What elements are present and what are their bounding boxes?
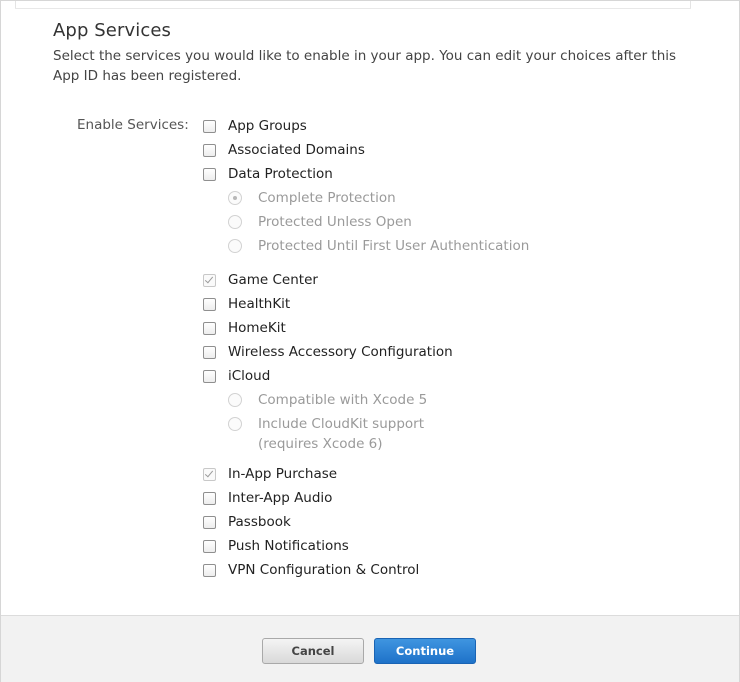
option-label: Protected Unless Open bbox=[258, 214, 412, 230]
service-label: Associated Domains bbox=[228, 142, 365, 158]
checkbox[interactable] bbox=[203, 515, 216, 529]
service-label: HomeKit bbox=[228, 320, 286, 336]
service-passbook[interactable]: Passbook bbox=[203, 512, 291, 532]
checkbox[interactable] bbox=[203, 297, 216, 311]
service-inter-app-audio[interactable]: Inter-App Audio bbox=[203, 488, 332, 508]
option-label: Protected Until First User Authenticatio… bbox=[258, 238, 530, 254]
service-label: Passbook bbox=[228, 514, 291, 530]
radio-button[interactable] bbox=[228, 239, 242, 253]
checkbox[interactable] bbox=[203, 369, 216, 383]
divider bbox=[15, 1, 16, 8]
service-icloud[interactable]: iCloud bbox=[203, 366, 270, 386]
service-label: HealthKit bbox=[228, 296, 291, 312]
service-label: Wireless Accessory Configuration bbox=[228, 344, 453, 360]
checkbox[interactable] bbox=[203, 167, 216, 181]
option-label: Include CloudKit support bbox=[258, 416, 425, 432]
section-description: Select the services you would like to en… bbox=[53, 48, 677, 84]
service-app-groups[interactable]: App Groups bbox=[203, 116, 307, 136]
service-label: Inter-App Audio bbox=[228, 490, 333, 506]
service-label: App Groups bbox=[228, 118, 307, 134]
checkbox[interactable] bbox=[203, 491, 216, 505]
checkbox-checked[interactable] bbox=[203, 467, 216, 481]
service-label: VPN Configuration & Control bbox=[228, 562, 420, 578]
icloud-option-cloudkit[interactable]: Include CloudKit support (requires Xcode… bbox=[228, 414, 424, 454]
continue-button[interactable]: Continue bbox=[374, 638, 476, 664]
service-label: Data Protection bbox=[228, 166, 333, 182]
data-protection-option-first-auth[interactable]: Protected Until First User Authenticatio… bbox=[228, 236, 529, 256]
service-label: Game Center bbox=[228, 272, 318, 288]
checkbox-checked[interactable] bbox=[203, 273, 216, 287]
section-title: App Services bbox=[53, 20, 171, 41]
service-wireless-accessory[interactable]: Wireless Accessory Configuration bbox=[203, 342, 453, 362]
footer-bar: Cancel Continue bbox=[1, 615, 739, 682]
checkbox[interactable] bbox=[203, 563, 216, 577]
checkbox[interactable] bbox=[203, 539, 216, 553]
service-homekit[interactable]: HomeKit bbox=[203, 318, 286, 338]
service-associated-domains[interactable]: Associated Domains bbox=[203, 140, 365, 160]
data-protection-option-complete[interactable]: Complete Protection bbox=[228, 188, 396, 208]
checkbox[interactable] bbox=[203, 143, 216, 157]
radio-button[interactable] bbox=[228, 215, 242, 229]
service-label: Push Notifications bbox=[228, 538, 349, 554]
option-label: Complete Protection bbox=[258, 190, 396, 206]
icloud-option-xcode5[interactable]: Compatible with Xcode 5 bbox=[228, 390, 427, 410]
cancel-button[interactable]: Cancel bbox=[262, 638, 364, 664]
divider bbox=[690, 1, 691, 8]
option-label: Compatible with Xcode 5 bbox=[258, 392, 428, 408]
enable-services-label: Enable Services: bbox=[77, 117, 189, 133]
option-sublabel: (requires Xcode 6) bbox=[258, 436, 383, 452]
data-protection-option-unless-open[interactable]: Protected Unless Open bbox=[228, 212, 412, 232]
app-services-panel: App Services Select the services you wou… bbox=[0, 0, 740, 682]
radio-button[interactable] bbox=[228, 393, 242, 407]
radio-button[interactable] bbox=[228, 191, 242, 205]
radio-button[interactable] bbox=[228, 417, 242, 431]
service-data-protection[interactable]: Data Protection bbox=[203, 164, 333, 184]
checkbox[interactable] bbox=[203, 345, 216, 359]
service-push-notifications[interactable]: Push Notifications bbox=[203, 536, 349, 556]
checkbox[interactable] bbox=[203, 119, 216, 133]
service-game-center[interactable]: Game Center bbox=[203, 270, 318, 290]
service-label: iCloud bbox=[228, 368, 271, 384]
divider bbox=[15, 8, 691, 9]
service-healthkit[interactable]: HealthKit bbox=[203, 294, 290, 314]
checkbox[interactable] bbox=[203, 321, 216, 335]
service-vpn-configuration[interactable]: VPN Configuration & Control bbox=[203, 560, 419, 580]
service-in-app-purchase[interactable]: In-App Purchase bbox=[203, 464, 337, 484]
service-label: In-App Purchase bbox=[228, 466, 338, 482]
